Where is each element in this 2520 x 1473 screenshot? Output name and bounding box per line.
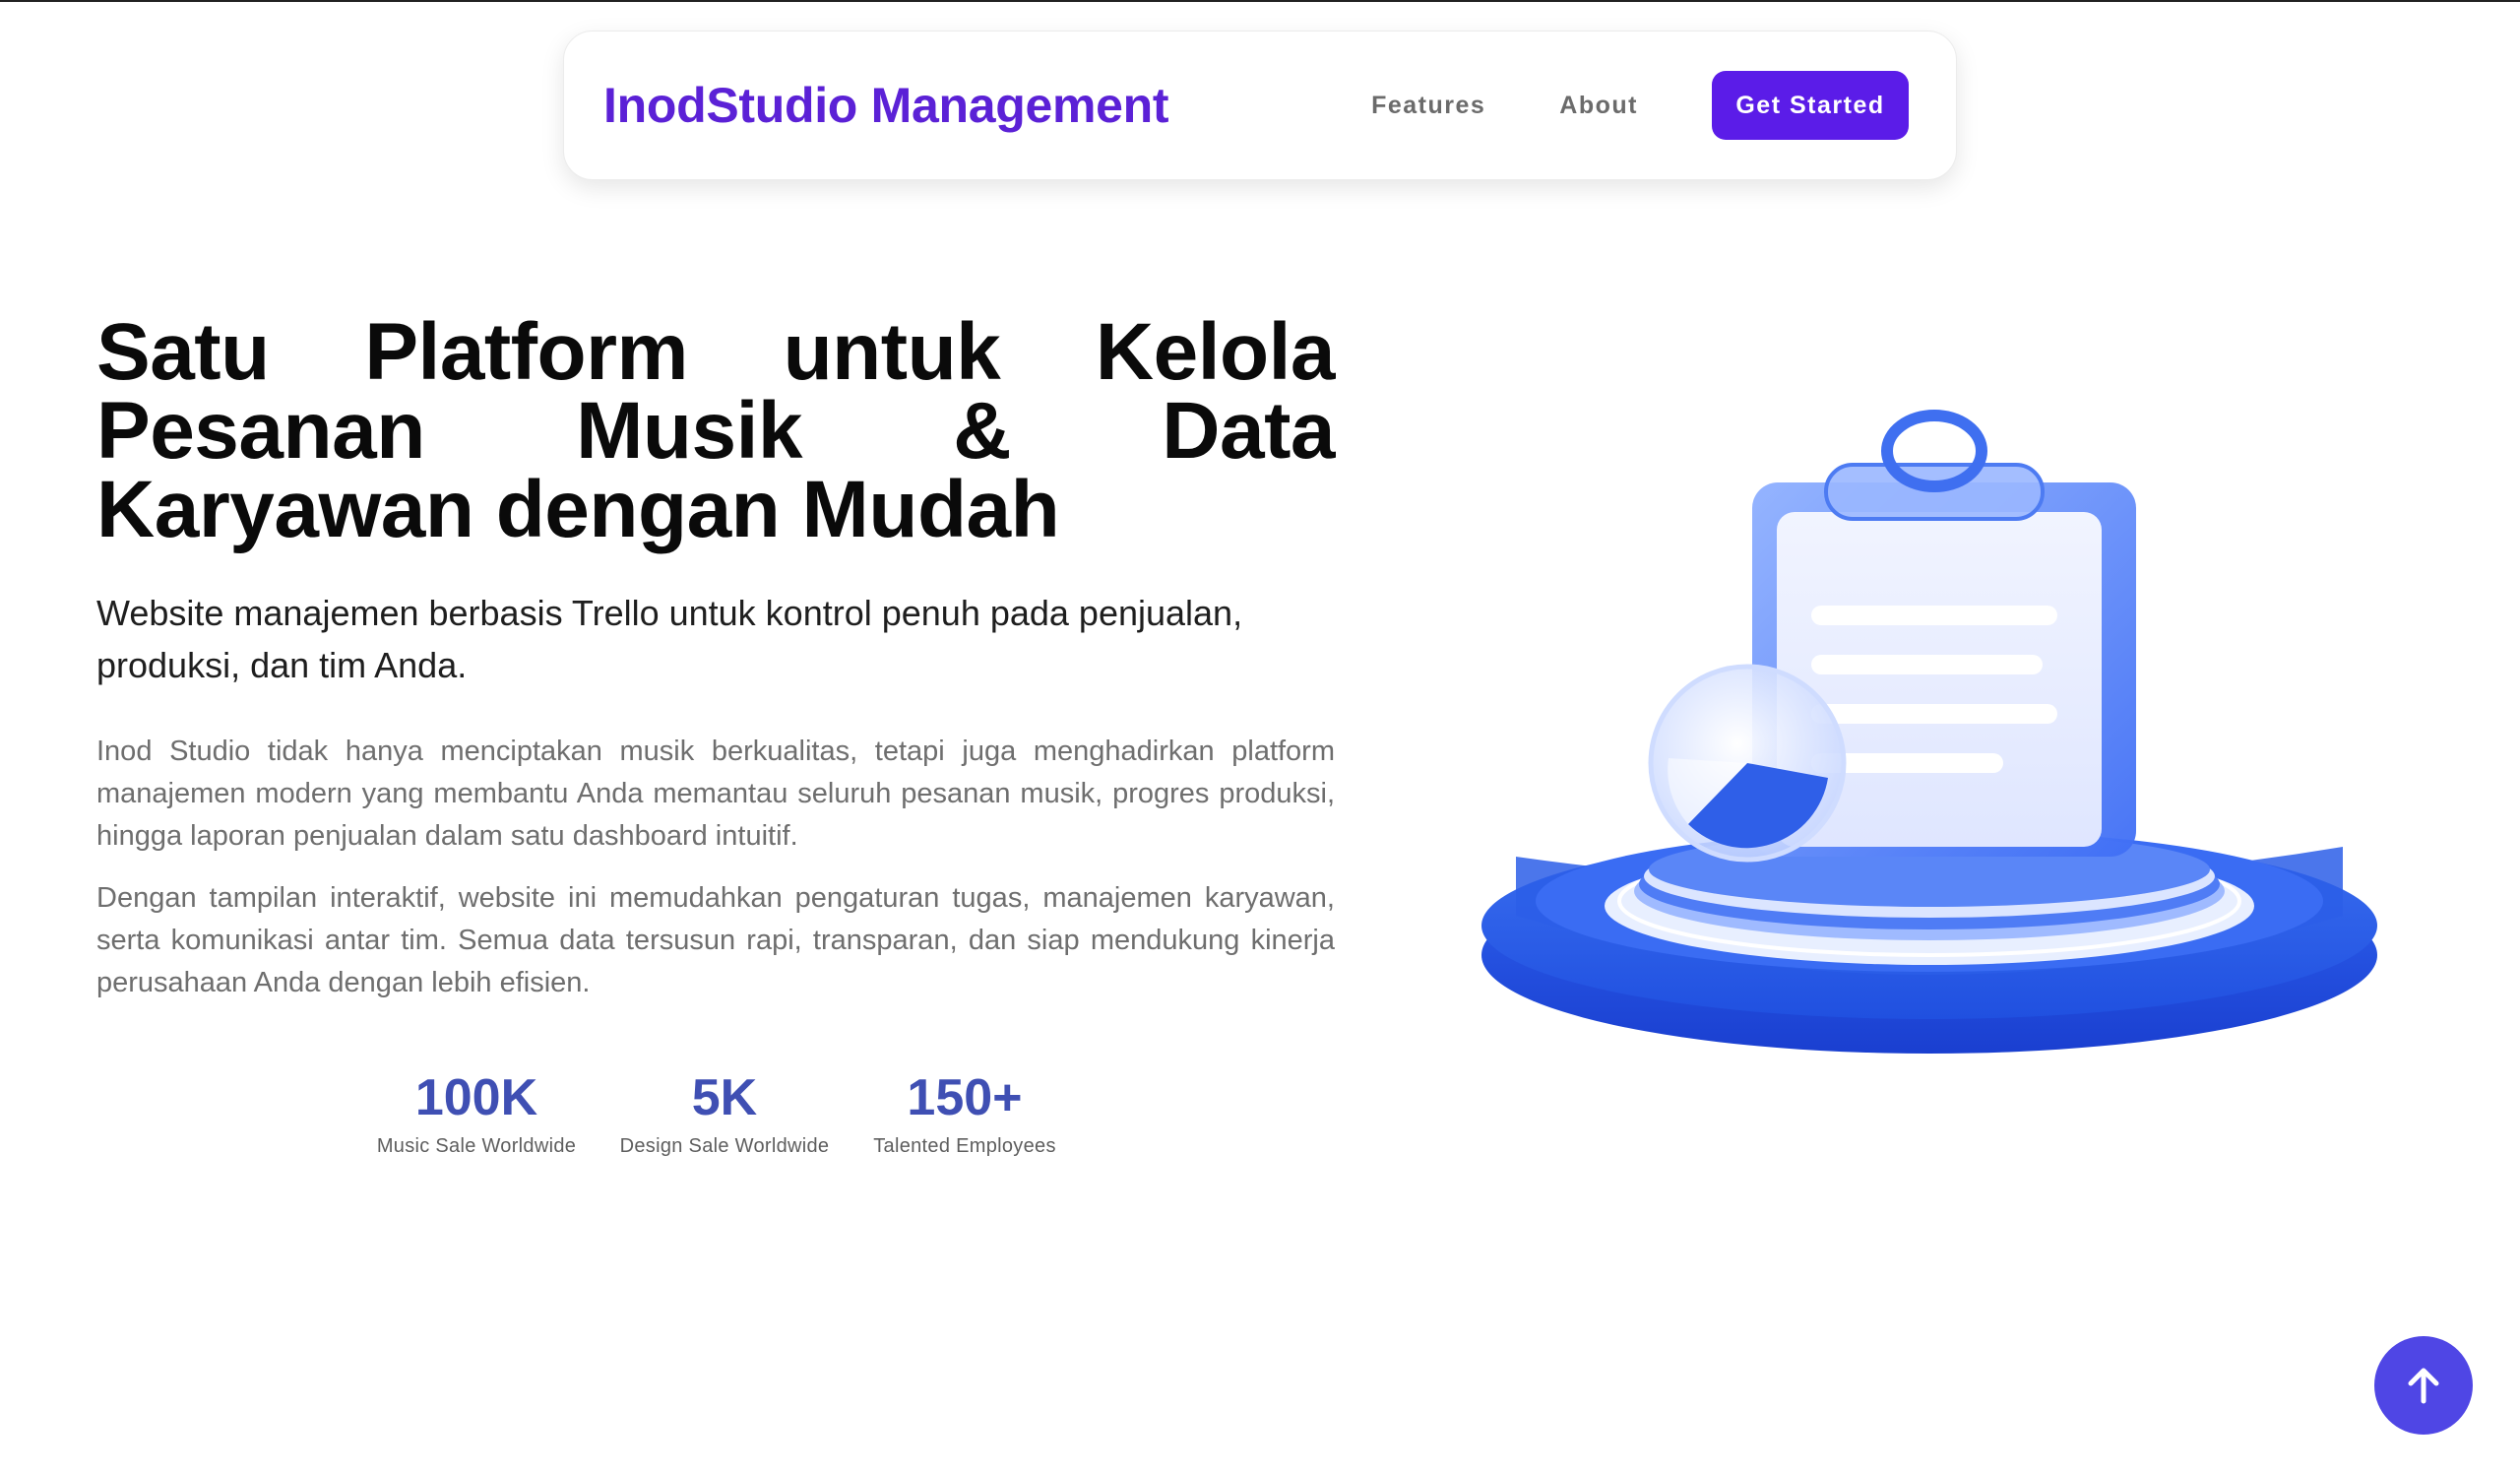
nav-link-about[interactable]: About [1559,92,1638,120]
nav-menu: Features About Get Started [1371,71,1909,140]
stat-design-sales: 5K Design Sale Worldwide [612,1066,837,1158]
stat-label: Music Sale Worldwide [376,1135,577,1157]
hero-paragraph-1: Inod Studio tidak hanya menciptakan musi… [96,736,1335,852]
stat-label: Talented Employees [873,1135,1056,1157]
hero-subtitle: Website manajemen berbasis Trello untuk … [96,593,1243,685]
scroll-to-top-button[interactable] [2374,1336,2473,1435]
navbar: InodStudio Management Features About Get… [563,31,1957,180]
stat-employees: 150+ Talented Employees [866,1066,1063,1158]
nav-link-features[interactable]: Features [1371,92,1485,120]
top-border [0,0,2520,2]
stat-value: 5K [691,1069,758,1126]
stat-value: 100K [414,1069,538,1126]
brand-logo[interactable]: InodStudio Management [603,77,1169,134]
clipboard-podium-illustration [1481,410,2377,1054]
stat-label: Design Sale Worldwide [619,1135,830,1157]
stat-music-sales: 100K Music Sale Worldwide [372,1066,581,1158]
hero-title: Satu Platform untuk Kelola Pesanan Musik… [96,307,1336,554]
arrow-up-icon [2408,1368,2439,1404]
get-started-button[interactable]: Get Started [1712,71,1909,140]
hero-paragraph-2: Dengan tampilan interaktif, website ini … [96,882,1335,998]
stat-value: 150+ [907,1069,1023,1126]
